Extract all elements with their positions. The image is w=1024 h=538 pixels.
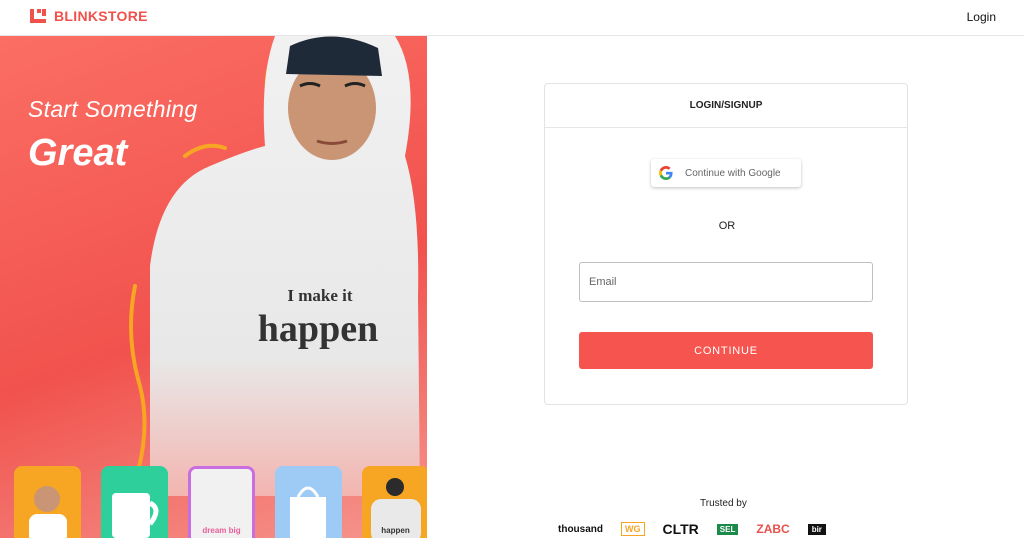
- mug-photo-icon: [112, 493, 159, 538]
- brand-name: BLINKSTORE: [54, 8, 148, 24]
- trusted-brands-row: thousand WG CLTR SEL ZABC bir: [558, 521, 826, 537]
- card-title: LOGIN/SIGNUP: [545, 84, 907, 128]
- login-signup-card: LOGIN/SIGNUP Continue with Google OR CON…: [544, 83, 908, 405]
- person-photo-icon: [29, 486, 67, 538]
- google-button-label: Continue with Google: [685, 167, 781, 179]
- hoodie-print-line1: I make it: [287, 286, 353, 305]
- tshirt-print-text: dream big: [202, 526, 241, 535]
- brand-logo-sel: SEL: [716, 523, 739, 535]
- model-in-hoodie-photo: I make it happen: [150, 36, 420, 496]
- thumbnail-tote-bag[interactable]: [275, 466, 342, 538]
- brand-logo-zabc: ZABC: [756, 522, 790, 536]
- thumbnail-hoodie-back[interactable]: happen: [362, 466, 427, 538]
- brand-logo-thousand: thousand: [558, 523, 603, 535]
- tote-bag-photo-icon: [290, 486, 326, 538]
- brand-logo[interactable]: BLINKSTORE: [30, 8, 148, 24]
- hoodie-back-print-text: happen: [381, 526, 410, 535]
- hero-headline: Great: [28, 132, 128, 174]
- brand-logo-bir: bir: [807, 523, 826, 535]
- brand-logo-wg: WG: [621, 522, 645, 536]
- top-navbar: BLINKSTORE Login: [0, 0, 1024, 36]
- thumbnail-tshirt[interactable]: dream big: [188, 466, 255, 538]
- product-thumbnails: dream big happen: [14, 466, 427, 538]
- thumbnail-mug[interactable]: [101, 466, 168, 538]
- continue-with-google-button[interactable]: Continue with Google: [651, 159, 801, 187]
- google-icon: [659, 166, 673, 180]
- trusted-by-label: Trusted by: [700, 498, 747, 509]
- hero-banner: Start Something Great I make it happen d…: [0, 36, 427, 538]
- thumbnail-person[interactable]: [14, 466, 81, 538]
- continue-button[interactable]: CONTINUE: [579, 332, 873, 369]
- blinkstore-logo-icon: [30, 9, 46, 23]
- hoodie-print-line2: happen: [258, 308, 378, 350]
- or-divider-text: OR: [718, 220, 736, 232]
- email-field[interactable]: [579, 262, 873, 302]
- login-link[interactable]: Login: [967, 10, 996, 24]
- brand-logo-cltr: CLTR: [662, 521, 699, 537]
